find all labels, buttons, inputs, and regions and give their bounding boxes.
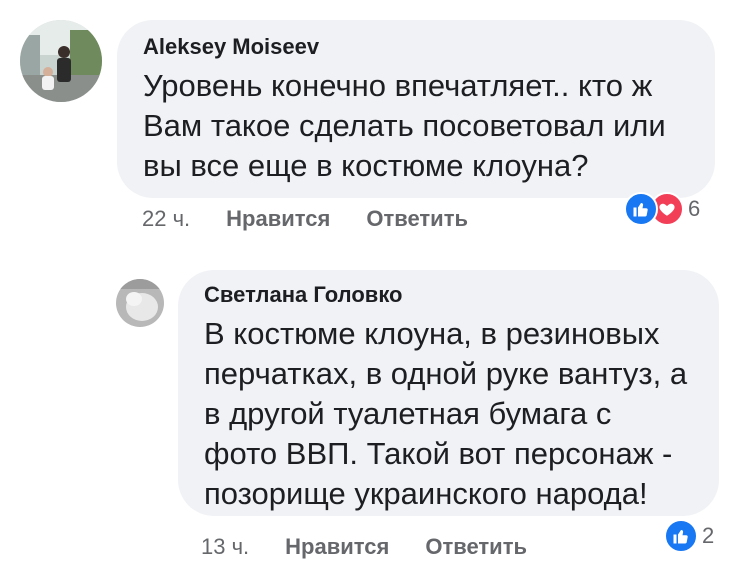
avatar[interactable]	[20, 20, 102, 102]
reply-button[interactable]: Ответить	[425, 534, 527, 560]
comment-actions: 13 ч. Нравится Ответить	[201, 534, 563, 560]
comment-actions: 22 ч. Нравится Ответить	[142, 206, 504, 232]
like-button[interactable]: Нравится	[285, 534, 389, 560]
like-icon	[624, 192, 658, 226]
avatar-photo	[20, 20, 102, 102]
comment-bubble: Светлана Головко В костюме клоуна, в рез…	[178, 270, 719, 516]
avatar[interactable]	[116, 279, 164, 327]
like-button[interactable]: Нравится	[226, 206, 330, 232]
reaction-count: 2	[702, 523, 715, 548]
comment-time[interactable]: 13 ч.	[201, 534, 249, 560]
reaction-summary[interactable]: 6	[624, 192, 700, 226]
comment-text: В костюме клоуна, в резиновых перчатках,…	[204, 316, 688, 511]
comment-author[interactable]: Светлана Головко	[204, 282, 693, 308]
comment-bubble: Aleksey Moiseev Уровень конечно впечатля…	[117, 20, 715, 198]
reaction-summary[interactable]: 2	[664, 519, 714, 553]
avatar-photo	[116, 279, 164, 327]
comment-text: Уровень конечно впечатляет.. кто ж Вам т…	[143, 68, 666, 183]
reaction-count: 6	[688, 196, 701, 221]
comment-author[interactable]: Aleksey Moiseev	[143, 34, 689, 60]
comment-time[interactable]: 22 ч.	[142, 206, 190, 232]
like-icon	[664, 519, 698, 553]
reply-button[interactable]: Ответить	[366, 206, 468, 232]
